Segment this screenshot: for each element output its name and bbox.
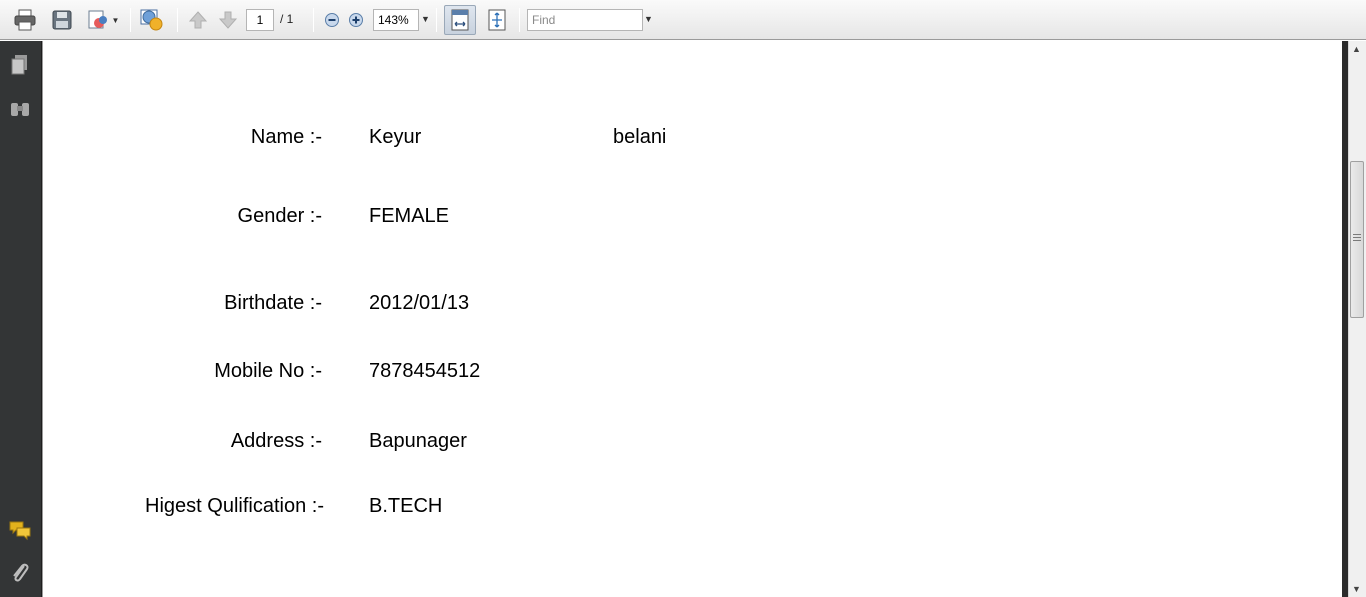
find-dropdown-icon[interactable]: ▼ [644,14,653,24]
scrollbar-grip-icon [1353,234,1361,242]
previous-page-icon[interactable] [185,7,211,33]
share-icon[interactable]: ▼ [86,7,120,33]
paperclip-icon[interactable] [8,561,32,585]
zoom-dropdown-icon[interactable]: ▼ [421,14,430,24]
binoculars-icon[interactable] [8,97,32,121]
qualification-value: B.TECH [369,495,443,517]
fit-width-icon [448,7,472,33]
print-icon[interactable] [12,7,38,33]
find-input[interactable]: Find [527,9,643,31]
zoom-level-field[interactable]: 143% [373,9,419,31]
vertical-scrollbar[interactable] [1348,41,1366,597]
address-label: Address :- [230,430,322,452]
fit-page-icon[interactable] [484,7,510,33]
toolbar: ▼ 1 / 1 143% ▼ Find ▼ [0,0,1366,40]
first-name-value: Keyur [369,126,422,148]
navigation-pane [0,41,42,597]
mobile-value: 7878454512 [369,360,481,382]
page-number-input[interactable]: 1 [246,9,274,31]
gender-value: FEMALE [369,205,450,227]
collaborate-icon[interactable] [139,7,165,33]
zoom-in-icon[interactable] [346,7,366,33]
gender-label: Gender :- [237,205,322,227]
pages-icon[interactable] [8,53,32,77]
last-name-value: belani [613,126,667,148]
page-total: / 1 [280,12,294,26]
scroll-up-icon[interactable]: ▲ [1352,44,1361,54]
zoom-out-icon[interactable] [322,7,342,33]
name-label: Name :- [250,126,322,148]
birthdate-value: 2012/01/13 [369,292,470,314]
mobile-label: Mobile No :- [214,360,322,382]
scroll-down-icon[interactable]: ▼ [1352,584,1361,594]
next-page-icon[interactable] [215,7,241,33]
save-icon[interactable] [49,7,75,33]
birthdate-label: Birthdate :- [224,292,322,314]
qualification-label: Higest Qulification :- [145,495,324,517]
comments-icon[interactable] [8,518,32,542]
address-value: Bapunager [369,430,467,452]
